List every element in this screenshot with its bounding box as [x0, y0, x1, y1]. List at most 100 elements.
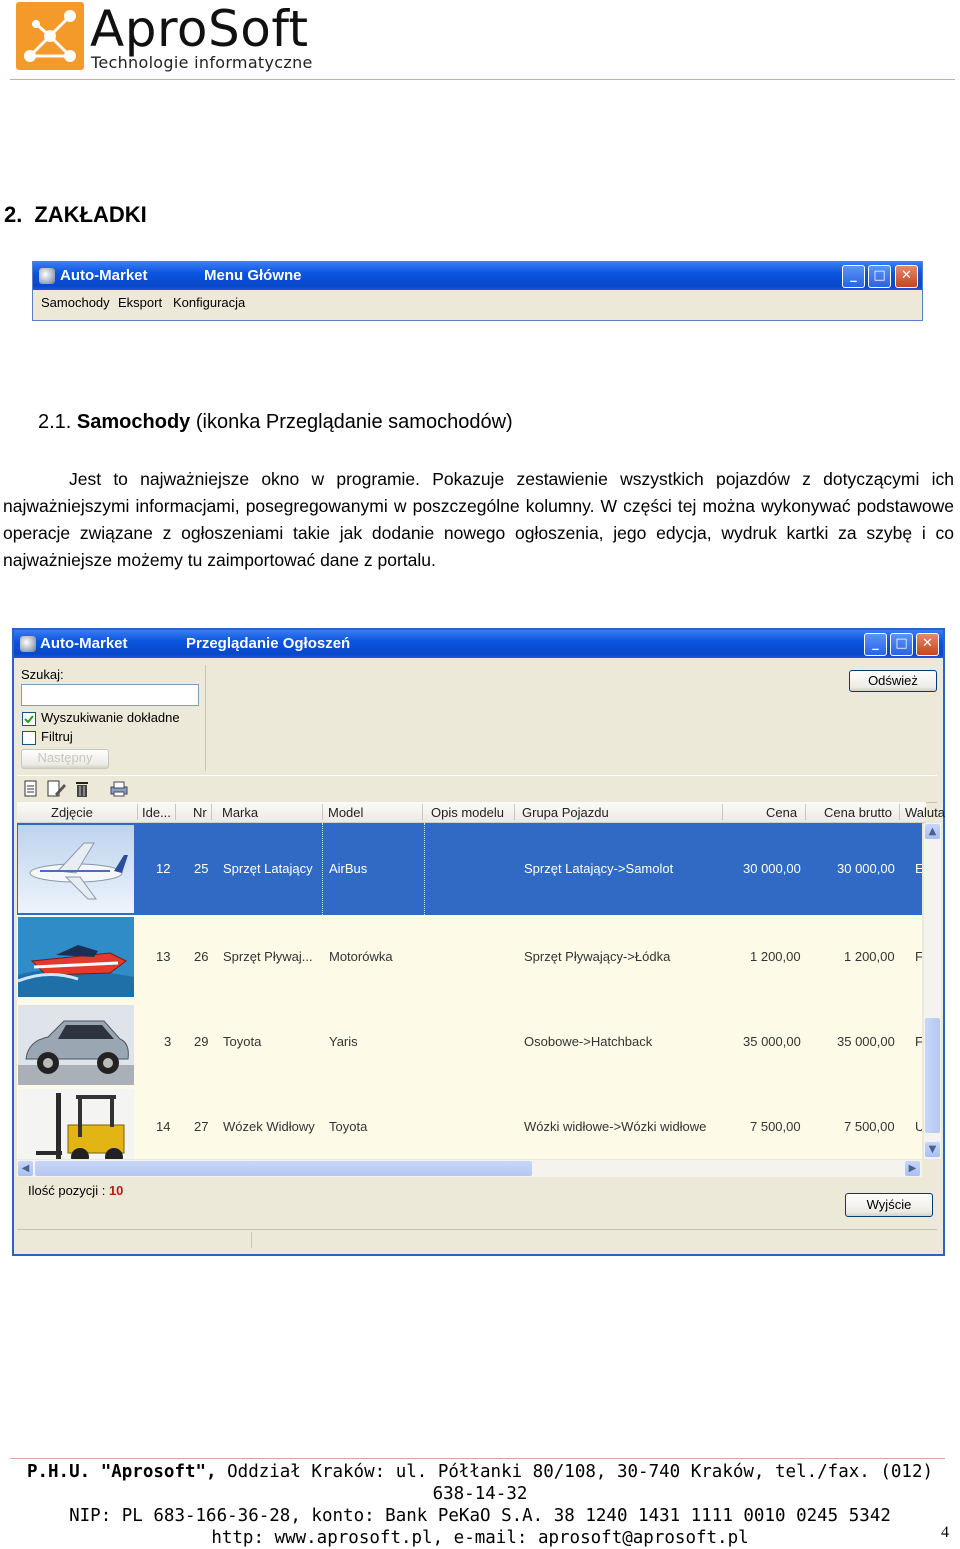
footer-bank: NIP: PL 683-166-36-28, konto: Bank PeKaO…	[69, 1506, 891, 1526]
cell-waluta: E	[915, 861, 922, 876]
cell-cena: 35 000,00	[743, 1034, 801, 1049]
close-button[interactable]: ✕	[916, 633, 939, 656]
new-document-icon[interactable]	[23, 780, 39, 798]
table-row[interactable]: 14 27 Wózek Widłowy Toyota Wózki widłowe…	[17, 1087, 922, 1159]
subsection-rest: (ikonka Przeglądanie samochodów)	[195, 411, 513, 433]
cell-model: Motorówka	[329, 949, 393, 964]
footer-company: P.H.U. "Aprosoft",	[26, 1462, 217, 1482]
search-panel: Szukaj: Wyszukiwanie dokładne Filtruj Na…	[17, 665, 206, 771]
menu-item-konfiguracja[interactable]: Konfiguracja	[173, 295, 245, 310]
cell-brutto: 1 200,00	[844, 949, 895, 964]
cell-grupa: Sprzęt Pływający->Łódka	[524, 949, 671, 964]
toolbar	[17, 775, 937, 803]
minimize-button[interactable]: _	[842, 265, 865, 288]
col-zdjecie[interactable]: Zdjęcie	[51, 805, 93, 820]
cell-id: 3	[164, 1034, 172, 1049]
filter-checkbox[interactable]	[22, 731, 36, 745]
cell-marka: Sprzęt Latający	[223, 861, 313, 876]
browse-titlebar[interactable]: Auto-Market Przeglądanie Ogłoszeń _ □ ✕	[14, 630, 943, 658]
scroll-right-icon[interactable]: ▶	[905, 1161, 920, 1176]
forklift-photo	[18, 1089, 134, 1159]
cell-cena: 30 000,00	[743, 861, 801, 876]
motorboat-photo	[18, 917, 134, 997]
app-icon	[39, 268, 55, 284]
menu-item-eksport[interactable]: Eksport	[118, 295, 162, 310]
cell-grupa: Sprzęt Latający->Samolot	[524, 861, 674, 876]
table-row[interactable]: 3 29 Toyota Yaris Osobowe->Hatchback 35 …	[17, 1003, 922, 1087]
cell-waluta: U	[915, 1119, 922, 1134]
cell-brutto: 35 000,00	[837, 1034, 895, 1049]
footer-contact: http: www.aprosoft.pl, e-mail: aprosoft@…	[211, 1528, 749, 1548]
refresh-button[interactable]: Odśwież	[849, 670, 937, 692]
item-count-label: Ilość pozycji :	[28, 1183, 106, 1198]
cell-model: Toyota	[329, 1119, 368, 1134]
horizontal-scroll-thumb[interactable]	[35, 1161, 532, 1176]
app-title: Auto-Market	[60, 267, 148, 284]
col-nr[interactable]: Nr	[193, 805, 207, 820]
edit-document-icon[interactable]	[47, 780, 67, 798]
delete-icon[interactable]	[74, 780, 90, 798]
vertical-scroll-thumb[interactable]	[925, 1018, 940, 1133]
cell-id: 12	[156, 861, 171, 876]
cell-nr: 26	[194, 949, 209, 964]
scroll-left-icon[interactable]: ◀	[18, 1161, 33, 1176]
subsection-number: 2.1.	[38, 411, 72, 433]
browse-window: Auto-Market Przeglądanie Ogłoszeń _ □ ✕ …	[12, 628, 945, 1256]
table-row[interactable]: 13 26 Sprzęt Pływaj... Motorówka Sprzęt …	[17, 915, 922, 1003]
cell-nr: 27	[194, 1119, 209, 1134]
search-input[interactable]	[21, 684, 199, 706]
filter-label: Filtruj	[41, 729, 73, 744]
cell-waluta: F	[915, 1034, 922, 1049]
main-menu-titlebar[interactable]: Auto-Market Menu Główne _ □ ✕	[33, 262, 922, 290]
subsection-title: Samochody	[76, 411, 191, 433]
horizontal-scrollbar[interactable]: ◀ ▶	[17, 1160, 922, 1177]
search-label: Szukaj:	[21, 667, 64, 682]
cell-waluta: F	[915, 949, 922, 964]
cell-marka: Toyota	[223, 1034, 262, 1049]
next-button[interactable]: Następny	[21, 749, 109, 769]
exact-search-checkbox[interactable]	[22, 712, 36, 726]
subsection-heading: 2.1. Samochody (ikonka Przeglądanie samo…	[38, 411, 513, 434]
cell-grupa: Wózki widłowe->Wózki widłowe	[524, 1119, 707, 1134]
close-button[interactable]: ✕	[895, 265, 918, 288]
exact-search-label: Wyszukiwanie dokładne	[41, 710, 180, 725]
section-heading: 2. ZAKŁADKI	[4, 202, 159, 228]
col-marka[interactable]: Marka	[222, 805, 258, 820]
cell-nr: 29	[194, 1034, 209, 1049]
cell-nr: 25	[194, 861, 209, 876]
col-waluta[interactable]: Waluta	[905, 805, 945, 820]
checkmark-icon	[24, 715, 34, 724]
footer-address: Oddział Kraków: ul. Półłanki 80/108, 30-…	[216, 1462, 934, 1504]
header-divider	[10, 79, 955, 80]
main-menu-window: Auto-Market Menu Główne _ □ ✕ Samochody …	[32, 261, 923, 321]
col-ide[interactable]: Ide...	[142, 805, 171, 820]
cell-cena: 7 500,00	[750, 1119, 801, 1134]
col-cena[interactable]: Cena	[766, 805, 797, 820]
cell-brutto: 7 500,00	[844, 1119, 895, 1134]
menu-item-samochody[interactable]: Samochody	[41, 295, 110, 310]
window-title: Przeglądanie Ogłoszeń	[186, 635, 351, 652]
maximize-button[interactable]: □	[890, 633, 913, 656]
col-grupa-pojazdu[interactable]: Grupa Pojazdu	[522, 805, 609, 820]
cell-marka: Wózek Widłowy	[223, 1119, 315, 1134]
item-count: Ilość pozycji : 10	[28, 1183, 123, 1198]
vehicle-grid: 12 25 Sprzęt Latający AirBus Sprzęt Lata…	[17, 823, 922, 1159]
maximize-button[interactable]: □	[868, 265, 891, 288]
col-cena-brutto[interactable]: Cena brutto	[824, 805, 892, 820]
section-title: ZAKŁADKI	[34, 202, 147, 227]
minimize-button[interactable]: _	[864, 633, 887, 656]
footer: P.H.U. "Aprosoft", Oddział Kraków: ul. P…	[20, 1461, 940, 1549]
cell-grupa: Osobowe->Hatchback	[524, 1034, 653, 1049]
table-row[interactable]: 12 25 Sprzęt Latający AirBus Sprzęt Lata…	[17, 823, 922, 915]
print-icon[interactable]	[109, 780, 129, 798]
exit-button[interactable]: Wyjście	[845, 1193, 933, 1217]
airplane-photo	[18, 825, 134, 913]
col-opis-modelu[interactable]: Opis modelu	[431, 805, 504, 820]
item-count-value: 10	[108, 1183, 124, 1198]
cell-marka: Sprzęt Pływaj...	[223, 949, 313, 964]
col-model[interactable]: Model	[328, 805, 363, 820]
scroll-down-icon[interactable]: ▼	[925, 1142, 940, 1157]
scroll-up-icon[interactable]: ▲	[925, 824, 940, 839]
vertical-scrollbar[interactable]: ▲ ▼	[924, 823, 941, 1159]
grid-column-header: Zdjęcie Ide... Nr Marka Model Opis model…	[17, 802, 945, 824]
